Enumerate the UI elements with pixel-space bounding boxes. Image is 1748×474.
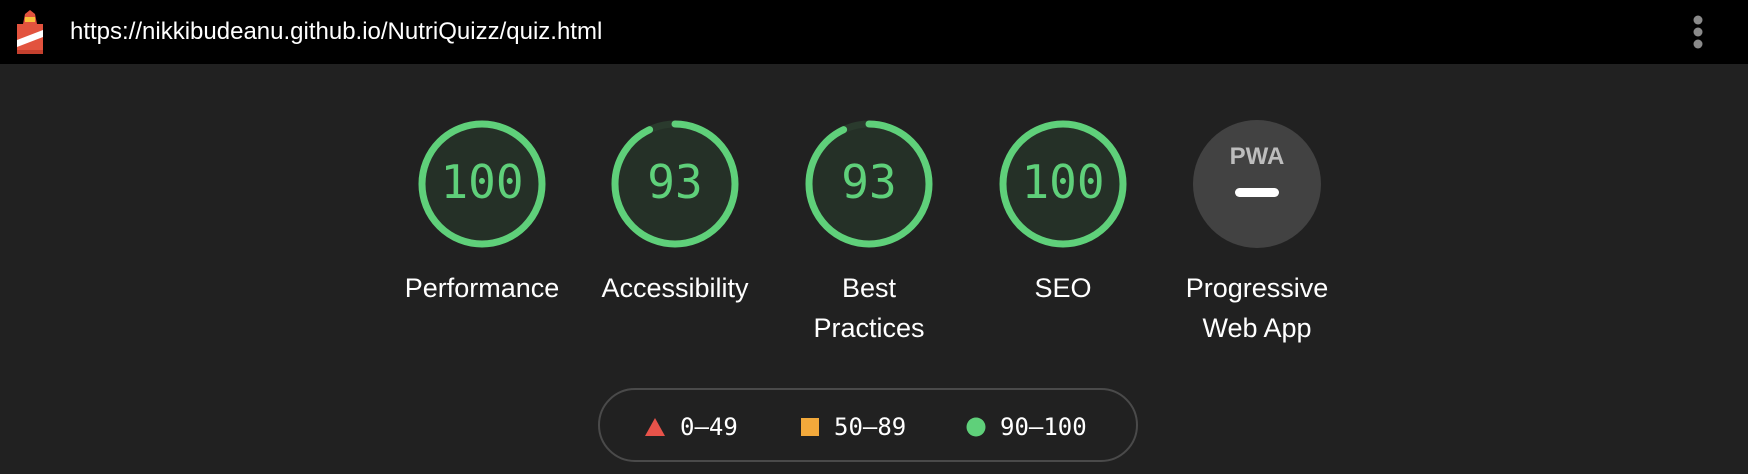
best-practices-label: Best Practices xyxy=(813,273,925,343)
legend-range-average: 50–89 xyxy=(834,413,907,441)
gauge-best-practices[interactable]: 93 Best Practices xyxy=(779,118,959,348)
gauge-seo[interactable]: 100 SEO xyxy=(973,118,1153,308)
square-icon xyxy=(801,418,819,436)
triangle-icon xyxy=(645,418,665,436)
performance-score: 100 xyxy=(440,155,524,209)
circle-icon xyxy=(966,417,986,437)
legend-range-pass: 90–100 xyxy=(1000,413,1087,441)
score-legend: 0–49 50–89 90–100 xyxy=(598,388,1138,462)
performance-label: Performance xyxy=(404,273,560,303)
gauge-accessibility[interactable]: 93 Accessibility xyxy=(585,118,765,308)
gauge-pwa[interactable]: PWA Progressive Web App xyxy=(1167,118,1347,348)
pwa-logo-text: PWA xyxy=(1230,143,1285,170)
accessibility-score: 93 xyxy=(647,155,703,209)
legend-item-fail: 0–49 xyxy=(644,412,738,442)
seo-label: SEO xyxy=(1034,273,1092,303)
best-practices-score: 93 xyxy=(841,155,897,209)
legend-item-pass: 90–100 xyxy=(966,412,1087,442)
accessibility-label: Accessibility xyxy=(601,273,749,303)
pwa-badge: PWA xyxy=(1193,120,1321,248)
seo-score: 100 xyxy=(1021,155,1105,209)
pwa-dash-icon xyxy=(1235,188,1279,197)
legend-item-average: 50–89 xyxy=(800,412,906,442)
gauge-performance[interactable]: 100 Performance xyxy=(392,118,572,308)
legend-range-fail: 0–49 xyxy=(680,413,738,441)
pwa-label: Progressive Web App xyxy=(1185,273,1329,343)
